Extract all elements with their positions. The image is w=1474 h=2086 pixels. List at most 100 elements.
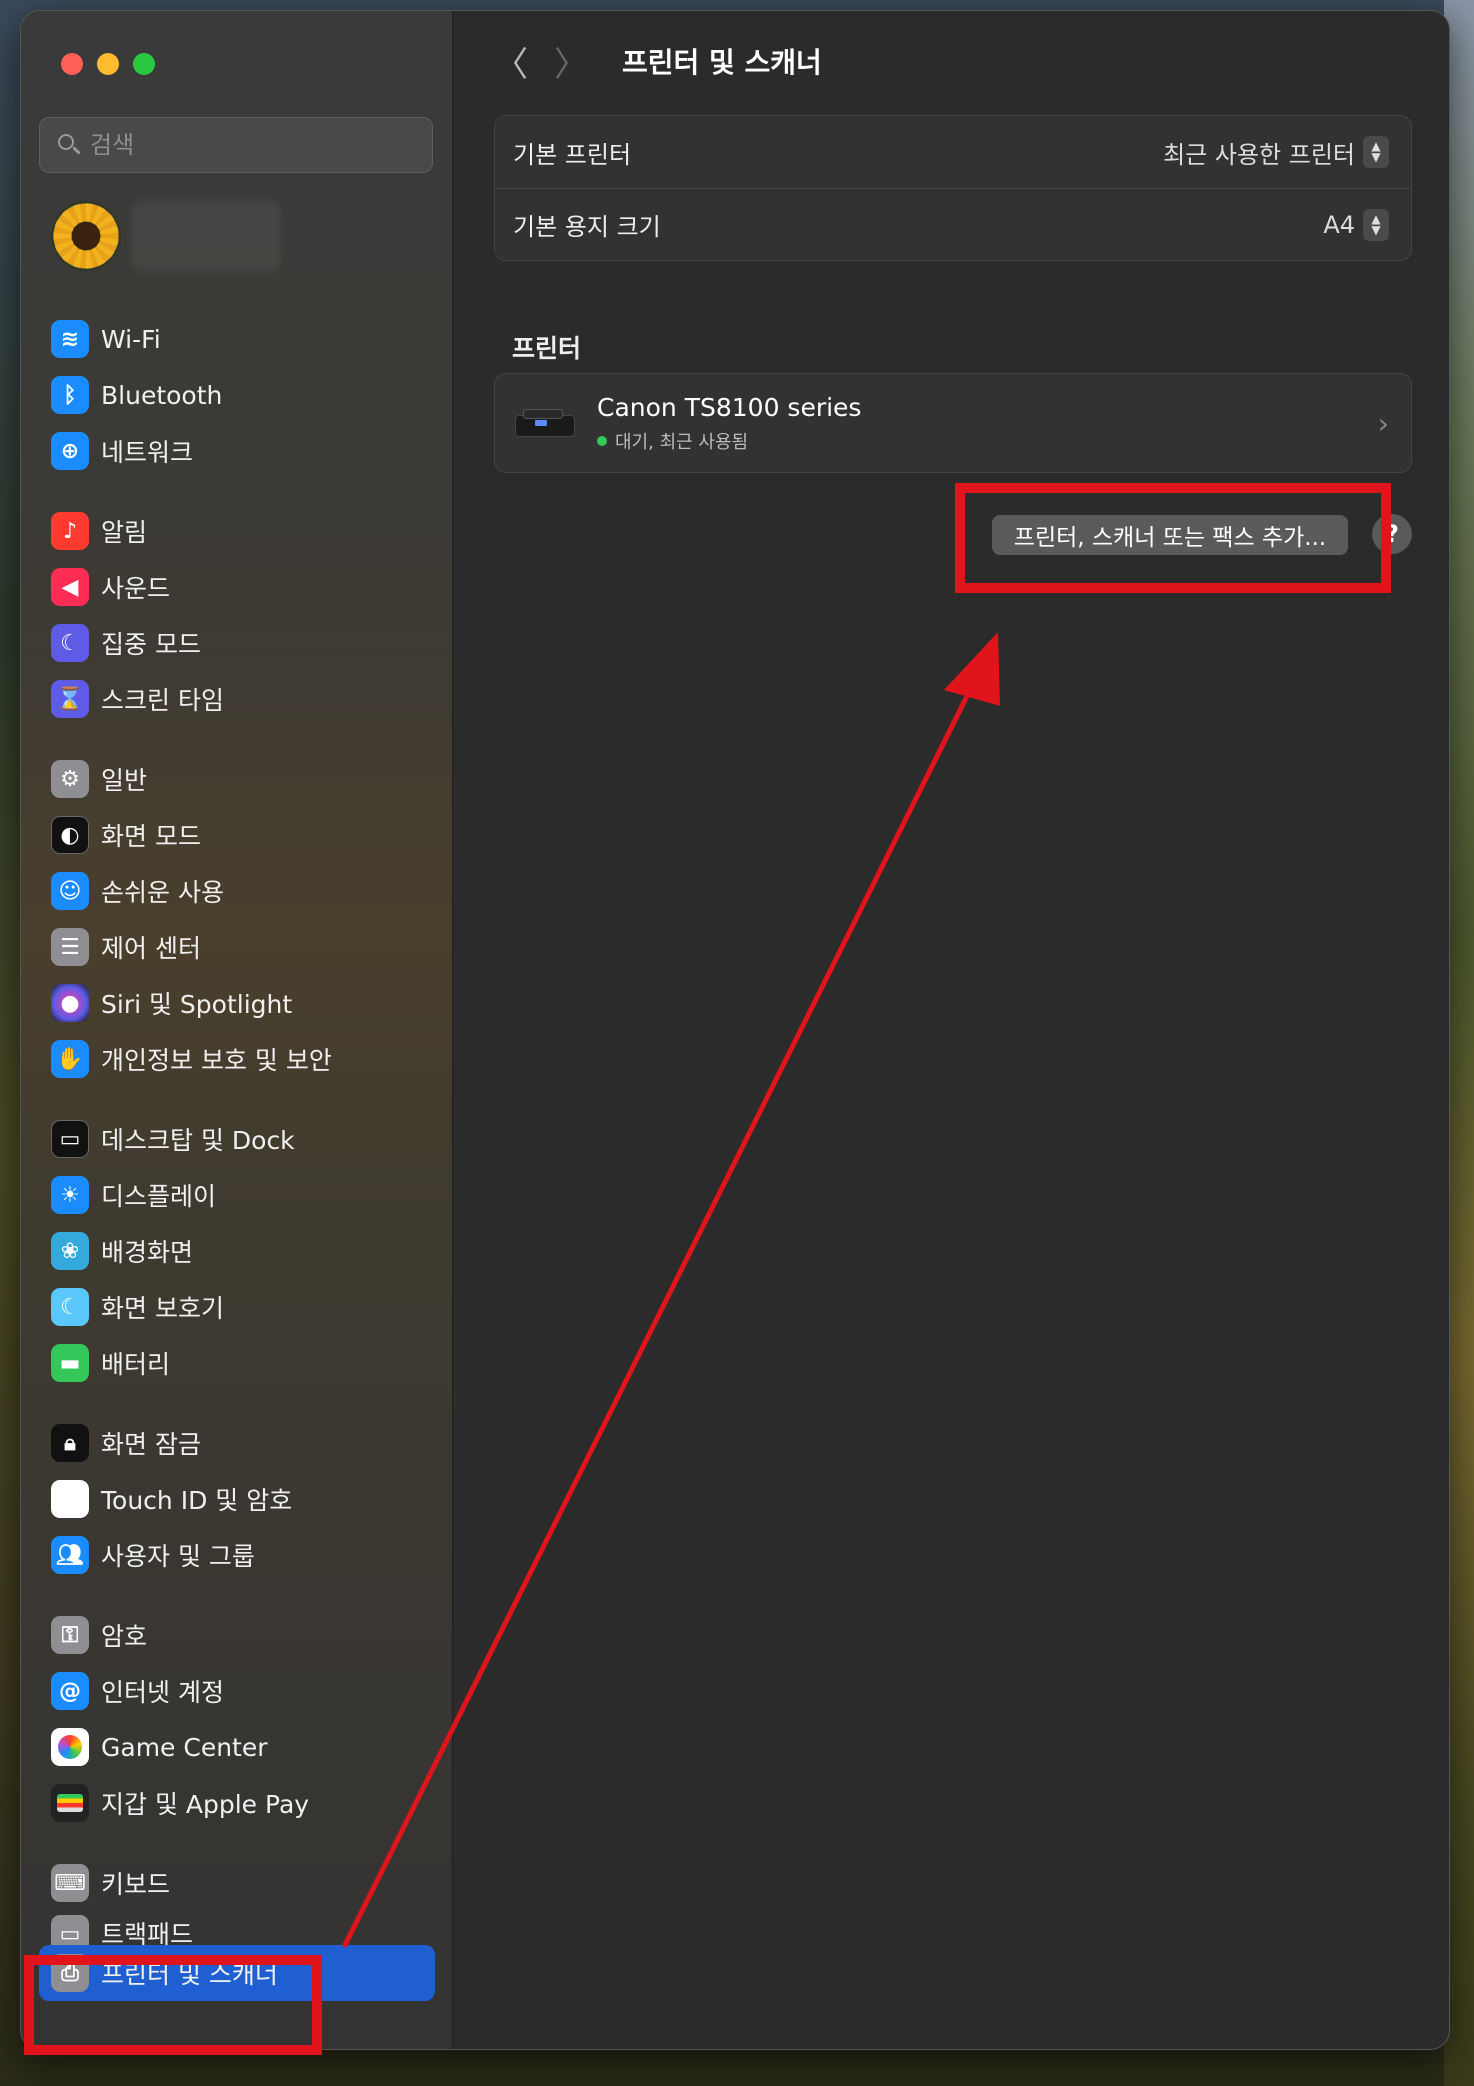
key-icon: ⚿: [51, 1616, 89, 1654]
zoom-button[interactable]: [133, 53, 155, 75]
search-field[interactable]: [39, 117, 433, 173]
sidebar-item-screen-saver[interactable]: ☾ 화면 보호기: [21, 1279, 453, 1335]
sidebar-item-notifications[interactable]: ♪ 알림: [21, 503, 453, 559]
default-printer-popup[interactable]: 최근 사용한 프린터 ▲ ▼: [1163, 135, 1389, 170]
sidebar-item-privacy[interactable]: ✋ 개인정보 보호 및 보안: [21, 1031, 453, 1087]
sidebar-item-game-center[interactable]: Game Center: [21, 1719, 453, 1775]
sidebar-item-accessibility[interactable]: ☺ 손쉬운 사용: [21, 863, 453, 919]
default-paper-row: 기본 용지 크기 A4 ▲ ▼: [495, 188, 1411, 260]
chevron-updown-icon: ▲ ▼: [1363, 208, 1389, 241]
sidebar-item-label: 사운드: [101, 574, 171, 603]
sidebar-item-label: 인터넷 계정: [101, 1678, 224, 1707]
toggles-icon: ☰: [51, 928, 89, 966]
lock-icon: 🔒︎: [51, 1424, 89, 1462]
printer-list-item[interactable]: Canon TS8100 series 대기, 최근 사용됨 ›: [494, 373, 1412, 473]
moon-icon: ☾: [51, 624, 89, 662]
printers-section-title: 프린터: [512, 334, 582, 363]
sidebar-item-sound[interactable]: ◀ 사운드: [21, 559, 453, 615]
sidebar-item-label: 데스크탑 및 Dock: [101, 1126, 295, 1155]
hand-icon: ✋: [51, 1040, 89, 1078]
sidebar-item-desktop-dock[interactable]: ▭ 데스크탑 및 Dock: [21, 1111, 453, 1167]
sidebar-item-general[interactable]: ⚙ 일반: [21, 751, 453, 807]
printer-status: 대기, 최근 사용됨: [597, 428, 861, 454]
sidebar-item-keyboard[interactable]: ⌨ 키보드: [21, 1855, 453, 1911]
sidebar-item-label: Game Center: [101, 1732, 268, 1762]
sidebar-item-label: Bluetooth: [101, 380, 223, 410]
hourglass-icon: ⌛: [51, 680, 89, 718]
sidebar-item-bluetooth[interactable]: ᛒ Bluetooth: [21, 367, 453, 423]
sidebar-item-users-groups[interactable]: 👥︎ 사용자 및 그룹: [21, 1527, 453, 1583]
sidebar-item-control-center[interactable]: ☰ 제어 센터: [21, 919, 453, 975]
sidebar-item-lock-screen[interactable]: 🔒︎ 화면 잠금: [21, 1415, 453, 1471]
printer-info: Canon TS8100 series 대기, 최근 사용됨: [597, 393, 861, 454]
chevron-right-icon: ›: [1377, 406, 1389, 440]
sidebar-item-label: Wi-Fi: [101, 324, 161, 354]
sidebar-item-appearance[interactable]: ◐ 화면 모드: [21, 807, 453, 863]
users-icon: 👥︎: [51, 1536, 89, 1574]
sidebar-item-screen-time[interactable]: ⌛ 스크린 타임: [21, 671, 453, 727]
sidebar-item-trackpad[interactable]: ▭ 트랙패드: [21, 1911, 453, 1945]
appearance-icon: ◐: [51, 816, 89, 854]
sidebar-item-touch-id[interactable]: ◎ Touch ID 및 암호: [21, 1471, 453, 1527]
back-button[interactable]: 〈: [494, 37, 534, 86]
default-paper-popup[interactable]: A4 ▲ ▼: [1323, 208, 1389, 241]
siri-icon: ●: [51, 984, 89, 1022]
sidebar-item-printers-scanners[interactable]: ⎙ 프린터 및 스캐너: [39, 1945, 435, 2001]
sidebar-item-siri[interactable]: ● Siri 및 Spotlight: [21, 975, 453, 1031]
printer-icon: ⎙: [51, 1954, 89, 1992]
sidebar-item-label: 화면 잠금: [101, 1430, 201, 1459]
trackpad-icon: ▭: [51, 1915, 89, 1945]
sidebar-item-focus[interactable]: ☾ 집중 모드: [21, 615, 453, 671]
apple-account[interactable]: [51, 201, 281, 271]
search-icon: [54, 130, 84, 160]
game-center-icon: [51, 1728, 89, 1766]
sidebar-item-label: 손쉬운 사용: [101, 878, 224, 907]
screensaver-icon: ☾: [51, 1288, 89, 1326]
default-printer-value: 최근 사용한 프린터: [1163, 140, 1355, 169]
account-name-redacted: [131, 201, 281, 271]
printer-device-icon: [515, 405, 575, 441]
sidebar-group-input: ⌨ 키보드 ▭ 트랙패드 ⎙ 프린터 및 스캐너: [21, 1855, 453, 2001]
sidebar-group-display: ▭ 데스크탑 및 Dock ☀ 디스플레이 ❀ 배경화면 ☾ 화면 보호기 ▬ 배터리: [21, 1111, 453, 1391]
help-button[interactable]: ?: [1372, 514, 1412, 554]
dock-icon: ▭: [51, 1120, 89, 1158]
sidebar-item-label: 배터리: [101, 1350, 171, 1379]
sidebar-group-accounts: ⚿ 암호 @ 인터넷 계정 Game Center 지갑 및 Apple Pay: [21, 1607, 453, 1831]
close-button[interactable]: [61, 53, 83, 75]
default-printer-row: 기본 프린터 최근 사용한 프린터 ▲ ▼: [495, 116, 1411, 188]
sidebar-item-wallpaper[interactable]: ❀ 배경화면: [21, 1223, 453, 1279]
sidebar-item-battery[interactable]: ▬ 배터리: [21, 1335, 453, 1391]
globe-icon: ⊕: [51, 432, 89, 470]
sidebar-group-general: ⚙ 일반 ◐ 화면 모드 ☺ 손쉬운 사용 ☰ 제어 센터 ● Siri 및 Spotli…: [21, 751, 453, 1087]
sidebar-item-label: Siri 및 Spotlight: [101, 990, 293, 1019]
sidebar-item-label: 트랙패드: [101, 1920, 194, 1945]
sidebar-group-notifications: ♪ 알림 ◀ 사운드 ☾ 집중 모드 ⌛ 스크린 타임: [21, 503, 453, 727]
sidebar-item-label: 개인정보 보호 및 보안: [101, 1046, 332, 1075]
default-paper-label: 기본 용지 크기: [513, 213, 661, 241]
sidebar-item-network[interactable]: ⊕ 네트워크: [21, 423, 453, 479]
sidebar-item-wallet[interactable]: 지갑 및 Apple Pay: [21, 1775, 453, 1831]
flower-icon: ❀: [51, 1232, 89, 1270]
chevron-updown-icon: ▲ ▼: [1363, 136, 1389, 168]
window-controls: [61, 53, 155, 75]
sidebar-item-wifi[interactable]: ≋ Wi-Fi: [21, 311, 453, 367]
forward-button[interactable]: 〉: [554, 37, 594, 86]
sidebar-item-label: 일반: [101, 766, 148, 795]
printer-status-text: 대기, 최근 사용됨: [615, 431, 749, 453]
sidebar-item-internet-accounts[interactable]: @ 인터넷 계정: [21, 1663, 453, 1719]
status-dot-icon: [597, 435, 607, 446]
sidebar-item-label: 배경화면: [101, 1238, 194, 1267]
defaults-card: 기본 프린터 최근 사용한 프린터 ▲ ▼ 기본 용지 크기 A4 ▲ ▼: [494, 115, 1412, 261]
sidebar-item-passwords[interactable]: ⚿ 암호: [21, 1607, 453, 1663]
sidebar-item-label: 화면 모드: [101, 822, 201, 851]
minimize-button[interactable]: [97, 53, 119, 75]
gear-icon: ⚙: [51, 760, 89, 798]
add-printer-button[interactable]: 프린터, 스캐너 또는 팩스 추가...: [992, 515, 1348, 555]
sidebar-item-displays[interactable]: ☀ 디스플레이: [21, 1167, 453, 1223]
battery-icon: ▬: [51, 1344, 89, 1382]
settings-window: ≋ Wi-Fi ᛒ Bluetooth ⊕ 네트워크 ♪ 알림 ◀ 사운드 ☾ 집중 모드 …: [20, 10, 1450, 2050]
sidebar-item-label: 디스플레이: [101, 1182, 217, 1211]
search-input[interactable]: [90, 131, 410, 159]
sidebar-group-network: ≋ Wi-Fi ᛒ Bluetooth ⊕ 네트워크: [21, 311, 453, 479]
sun-icon: ☀: [51, 1176, 89, 1214]
